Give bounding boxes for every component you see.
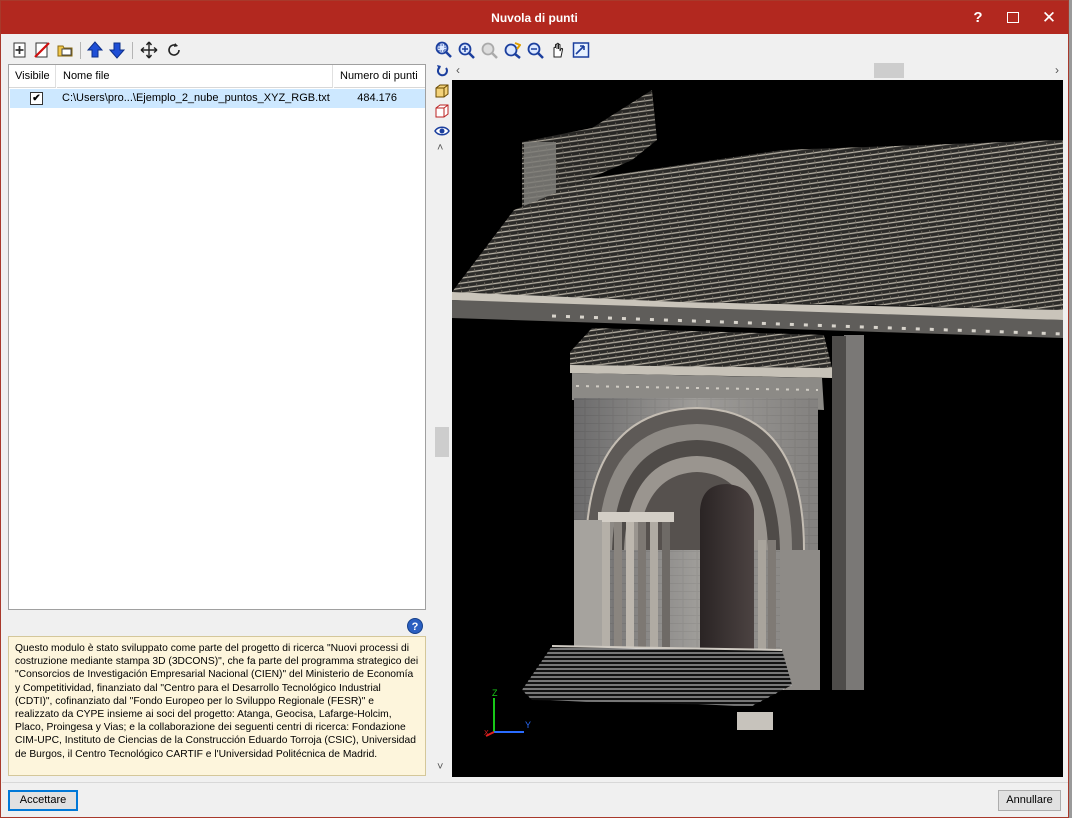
delete-file-icon[interactable] [33,41,51,59]
x-axis-label: X [484,730,489,737]
table-row[interactable]: ✔ C:\Users\pro...\Ejemplo_2_nube_puntos_… [10,89,425,108]
point-cloud-dialog: Nuvola di punti ? ✕ Visibile Nome file N… [0,0,1069,818]
rotate-icon[interactable] [165,41,183,59]
file-list: Visibile Nome file Numero di punti ✔ C:\… [8,64,426,610]
pan-hand-icon[interactable] [549,41,567,59]
y-axis-label: Y [525,720,531,730]
viewer-toolbar [433,41,1063,61]
title-bar: Nuvola di punti ? ✕ [1,1,1068,34]
eye-icon[interactable] [434,123,450,139]
footer-divider [2,782,1068,783]
column-header-file-name[interactable]: Nome file [57,65,333,88]
horizontal-scroll-thumb[interactable] [874,63,904,78]
vertical-scrollbar[interactable]: ˄ ˅ [433,142,450,777]
undo-view-icon[interactable] [434,63,450,79]
scroll-right-icon[interactable]: › [1055,63,1059,77]
z-axis-label: Z [492,688,498,698]
close-button[interactable]: ✕ [1035,6,1063,30]
column-header-visible[interactable]: Visibile [9,65,56,88]
move-down-icon[interactable] [108,41,126,59]
add-file-icon[interactable] [11,41,29,59]
info-help-icon[interactable]: ? [407,618,423,634]
zoom-out-icon[interactable] [526,41,544,59]
zoom-all-icon[interactable] [457,41,475,59]
scroll-down-icon[interactable]: ˅ [437,761,443,773]
horizontal-scrollbar[interactable]: ‹ › [452,62,1063,79]
cancel-button[interactable]: Annullare [998,790,1061,811]
vertical-scroll-thumb[interactable] [435,427,449,457]
visible-checkbox[interactable]: ✔ [30,92,43,105]
info-text: Questo modulo è stato sviluppato come pa… [15,643,419,760]
help-button[interactable]: ? [964,6,992,30]
point-cloud-viewport[interactable]: Z Y X [452,80,1063,777]
scroll-up-icon[interactable]: ˄ [437,142,443,154]
scroll-left-icon[interactable]: ‹ [456,63,460,77]
point-cloud-render: Z Y X [452,90,1063,737]
maximize-icon [1007,12,1019,23]
maximize-button[interactable] [999,6,1027,30]
move-up-icon[interactable] [86,41,104,59]
zoom-window-icon[interactable] [434,41,452,59]
zoom-disabled-icon [480,41,498,59]
column-header-points[interactable]: Numero di punti [334,65,425,88]
move-icon[interactable] [140,41,158,59]
3d-box-icon[interactable] [434,83,450,99]
accept-button[interactable]: Accettare [8,790,78,811]
info-panel: Questo modulo è stato sviluppato come pa… [8,636,426,776]
points-count-cell: 484.176 [357,92,397,104]
window-title: Nuvola di punti [491,11,578,25]
fit-view-icon[interactable] [572,41,590,59]
open-folder-icon[interactable] [56,41,74,59]
3d-rotate-icon[interactable] [434,103,450,119]
file-name-cell: C:\Users\pro...\Ejemplo_2_nube_puntos_XY… [62,92,330,104]
rotate-view-icon[interactable] [503,41,522,59]
